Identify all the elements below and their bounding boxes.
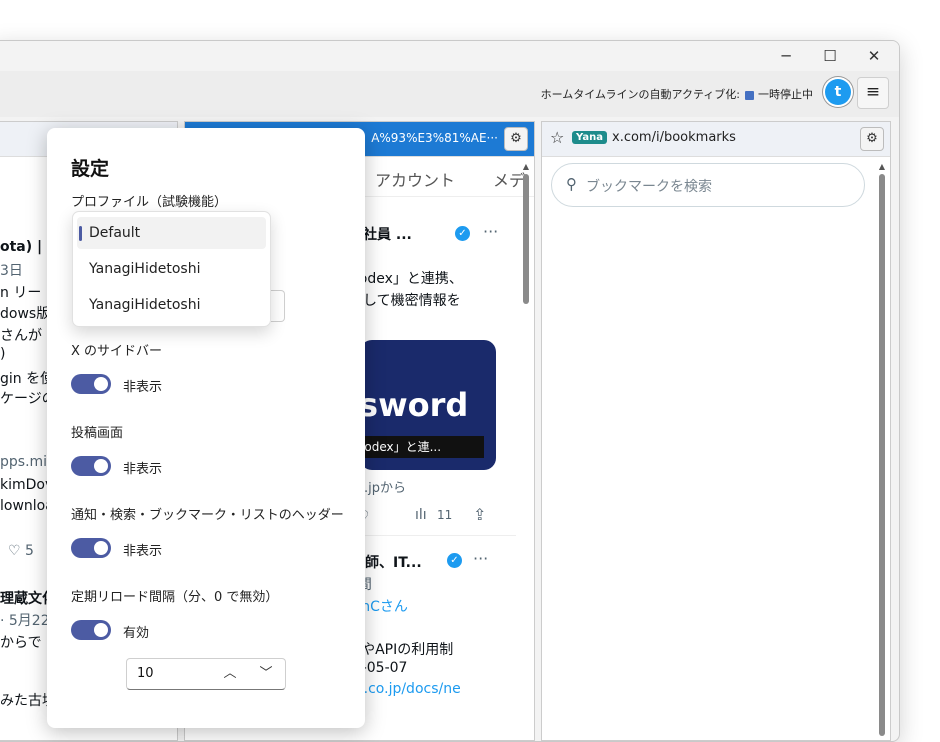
gear-icon[interactable]: ⚙ bbox=[860, 127, 884, 151]
reload-interval-stepper[interactable]: 10 ︿ ﹀ bbox=[126, 658, 286, 690]
hamburger-menu-button[interactable]: ≡ bbox=[857, 77, 889, 109]
profile-badge: Yana bbox=[572, 131, 607, 144]
chevron-up-icon[interactable]: ︿ bbox=[219, 663, 241, 685]
left-like-count[interactable]: ♡ 5 bbox=[8, 543, 34, 559]
more-options-icon[interactable]: ··· bbox=[473, 549, 488, 568]
profile-label: プロファイル（試験機能） bbox=[71, 195, 228, 210]
sidebar-toggle[interactable] bbox=[71, 374, 111, 394]
sidebar-label: X のサイドバー bbox=[71, 344, 163, 359]
verified-badge-icon: ✓ bbox=[447, 553, 462, 568]
reload-interval-value[interactable]: 10 bbox=[137, 666, 154, 681]
header-toggle-label: 非表示 bbox=[123, 544, 163, 559]
pause-status: 一時停止中 bbox=[758, 88, 813, 101]
right-scrollbar[interactable]: ▲ bbox=[877, 162, 887, 736]
scroll-thumb[interactable] bbox=[879, 174, 885, 736]
search-icon: ⚲ bbox=[566, 175, 577, 193]
minimize-button[interactable]: ─ bbox=[775, 45, 797, 67]
left-post-line: lownloa bbox=[0, 498, 54, 514]
header-label: 通知・検索・ブックマーク・リストのヘッダー bbox=[71, 508, 344, 523]
share-icon[interactable]: ⇪ bbox=[473, 505, 486, 524]
settings-title: 設定 bbox=[71, 158, 110, 180]
left-post-line: n リー bbox=[0, 285, 42, 301]
profile-option[interactable]: YanagiHidetoshi bbox=[77, 253, 266, 285]
reload-label: 定期リロード間隔（分、0 で無効） bbox=[71, 590, 279, 605]
reload-toggle[interactable] bbox=[71, 620, 111, 640]
views-icon[interactable]: ılı bbox=[415, 507, 427, 523]
views-count: 11 bbox=[437, 508, 453, 522]
left-post-date: 3日 bbox=[0, 263, 23, 279]
card-image-text: ssword bbox=[360, 386, 469, 424]
scroll-thumb[interactable] bbox=[523, 174, 529, 304]
header-toggle[interactable] bbox=[71, 538, 111, 558]
middle-scrollbar[interactable]: ▲ bbox=[521, 162, 531, 736]
scroll-up-arrow-icon[interactable]: ▲ bbox=[877, 162, 887, 172]
maximize-button[interactable]: ☐ bbox=[819, 45, 841, 67]
scroll-up-arrow-icon[interactable]: ▲ bbox=[521, 162, 531, 172]
bookmark-search-input[interactable]: ⚲ ブックマークを検索 bbox=[551, 163, 865, 207]
auto-activate-label: ホームタイムラインの自動アクティブ化: bbox=[540, 88, 740, 101]
profile-dropdown: Default YanagiHidetoshi YanagiHidetoshi bbox=[72, 211, 271, 327]
left-post-line: ) bbox=[0, 346, 6, 362]
title-bar: ─ ☐ ✕ bbox=[0, 41, 899, 71]
link-card-image[interactable]: ssword 「Codex」と連... bbox=[360, 340, 496, 470]
tab-accounts[interactable]: アカウント bbox=[375, 167, 455, 191]
pause-icon bbox=[745, 90, 754, 100]
reload-toggle-label: 有効 bbox=[123, 626, 150, 641]
column-url[interactable]: A%93%E3%81%AE··· bbox=[371, 131, 498, 145]
profile-option-default[interactable]: Default bbox=[77, 217, 266, 249]
toggle-knob bbox=[94, 459, 108, 473]
search-placeholder: ブックマークを検索 bbox=[586, 179, 712, 195]
left-post-date: · 5月22 bbox=[0, 613, 50, 629]
star-icon[interactable]: ☆ bbox=[550, 128, 564, 147]
profile-select[interactable] bbox=[271, 290, 285, 322]
toggle-knob bbox=[94, 541, 108, 555]
twitter-avatar-icon[interactable]: t bbox=[825, 79, 851, 105]
sidebar-toggle-label: 非表示 bbox=[123, 380, 163, 395]
toggle-knob bbox=[94, 377, 108, 391]
left-post-line: からで bbox=[0, 635, 42, 651]
more-options-icon[interactable]: ··· bbox=[483, 222, 498, 241]
compose-label: 投稿画面 bbox=[71, 426, 124, 441]
toolbar: ホームタイムラインの自動アクティブ化: 一時停止中 bbox=[0, 71, 899, 117]
compose-toggle-label: 非表示 bbox=[123, 462, 163, 477]
left-post-line: さんが bbox=[0, 328, 42, 344]
verified-badge-icon: ✓ bbox=[455, 226, 470, 241]
right-column-header: ☆ Yana x.com/i/bookmarks ⚙ bbox=[542, 122, 890, 157]
auto-activate-status: ホームタイムラインの自動アクティブ化: 一時停止中 bbox=[541, 86, 813, 102]
left-post-line: dows版 bbox=[0, 306, 51, 322]
left-post-line: gin を使 bbox=[0, 371, 55, 387]
chevron-down-icon[interactable]: ﹀ bbox=[255, 663, 277, 685]
gear-icon[interactable]: ⚙ bbox=[504, 127, 528, 151]
card-caption: 「Codex」と連... bbox=[360, 436, 484, 458]
profile-option[interactable]: YanagiHidetoshi bbox=[77, 289, 266, 321]
compose-toggle[interactable] bbox=[71, 456, 111, 476]
close-button[interactable]: ✕ bbox=[863, 45, 885, 67]
toggle-knob bbox=[94, 623, 108, 637]
column-url[interactable]: x.com/i/bookmarks bbox=[612, 130, 736, 145]
right-column: ☆ Yana x.com/i/bookmarks ⚙ ⚲ ブックマークを検索 ▲ bbox=[541, 121, 891, 741]
left-post-line: kimDov bbox=[0, 477, 54, 493]
